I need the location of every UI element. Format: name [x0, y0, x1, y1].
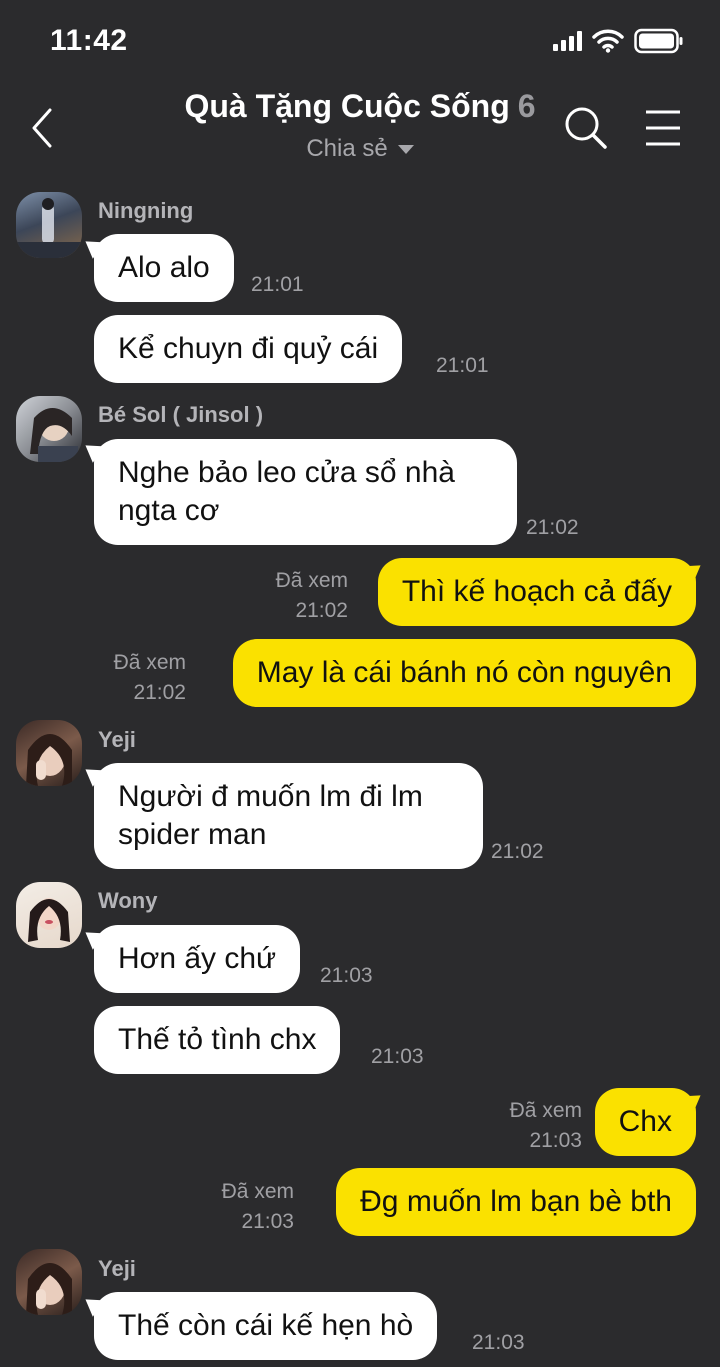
message-bubble[interactable]: Alo alo: [94, 234, 234, 302]
message-meta: Đã xem 21:03: [196, 1177, 294, 1237]
message-bubble[interactable]: Hơn ấy chứ: [94, 925, 301, 993]
message-bubble[interactable]: Thế tỏ tình chx: [94, 1006, 341, 1074]
sender-name: Bé Sol ( Jinsol ): [98, 402, 264, 427]
seen-status: Đã xem: [113, 651, 186, 674]
message-meta: Đã xem 21:03: [484, 1096, 582, 1156]
chat-title-text: Quà Tặng Cuộc Sống: [184, 88, 510, 124]
message-time: 21:01: [436, 354, 489, 377]
message-meta: Đã xem 21:02: [88, 648, 186, 708]
message-bubble[interactable]: Kể chuyn đi quỷ cái: [94, 315, 403, 383]
message-time: 21:02: [133, 681, 186, 704]
seen-status: Đã xem: [275, 569, 348, 592]
sender-name: Ningning: [98, 198, 194, 223]
message-bubble[interactable]: Đg muốn lm bạn bè bth: [336, 1168, 696, 1236]
message-bubble[interactable]: Thì kế hoạch cả đấy: [377, 558, 696, 626]
message-bubble[interactable]: Người đ muốn lm đi lm spider man: [94, 763, 483, 869]
avatar[interactable]: [16, 882, 82, 948]
seen-status: Đã xem: [509, 1099, 582, 1122]
sender-name: Wony: [98, 888, 158, 913]
avatar[interactable]: [16, 720, 82, 786]
avatar[interactable]: [16, 1249, 82, 1315]
avatar[interactable]: [16, 192, 82, 258]
message-bubble[interactable]: Nghe bảo leo cửa sổ nhà ngta cơ: [94, 439, 517, 545]
message-time: 21:03: [472, 1331, 525, 1354]
message-time: 21:03: [371, 1045, 424, 1068]
caret-down-icon: [397, 144, 414, 154]
message-time: 21:03: [529, 1129, 582, 1152]
avatar[interactable]: [16, 396, 82, 462]
message-time: 21:01: [251, 273, 304, 296]
message-bubble[interactable]: Chx: [594, 1088, 696, 1156]
chat-title: Quà Tặng Cuộc Sống 6: [140, 88, 580, 125]
message-time: 21:02: [526, 516, 579, 539]
message-time: 21:03: [320, 964, 373, 987]
sender-name: Yeji: [98, 727, 136, 752]
menu-icon[interactable]: [644, 108, 682, 148]
share-dropdown[interactable]: Chia sẻ: [306, 135, 414, 163]
status-icons: [553, 28, 684, 54]
message-time: 21:02: [491, 840, 544, 863]
search-icon[interactable]: [562, 104, 610, 152]
chat-header: Quà Tặng Cuộc Sống 6 Chia sẻ: [140, 88, 580, 163]
message-bubble[interactable]: Thế còn cái kế hẹn hò: [94, 1292, 438, 1360]
share-label: Chia sẻ: [306, 135, 388, 162]
back-icon[interactable]: [26, 106, 66, 150]
message-time: 21:02: [295, 599, 348, 622]
wifi-icon: [592, 29, 624, 53]
battery-icon: [634, 28, 683, 54]
cellular-signal-icon: [553, 31, 582, 51]
seen-status: Đã xem: [221, 1180, 294, 1203]
sender-name: Yeji: [98, 1256, 136, 1281]
message-bubble[interactable]: May là cái bánh nó còn nguyên: [232, 639, 696, 707]
member-count: 6: [517, 88, 536, 124]
status-time: 11:42: [50, 24, 128, 57]
message-time: 21:03: [241, 1210, 294, 1233]
message-meta: Đã xem 21:02: [250, 566, 348, 626]
